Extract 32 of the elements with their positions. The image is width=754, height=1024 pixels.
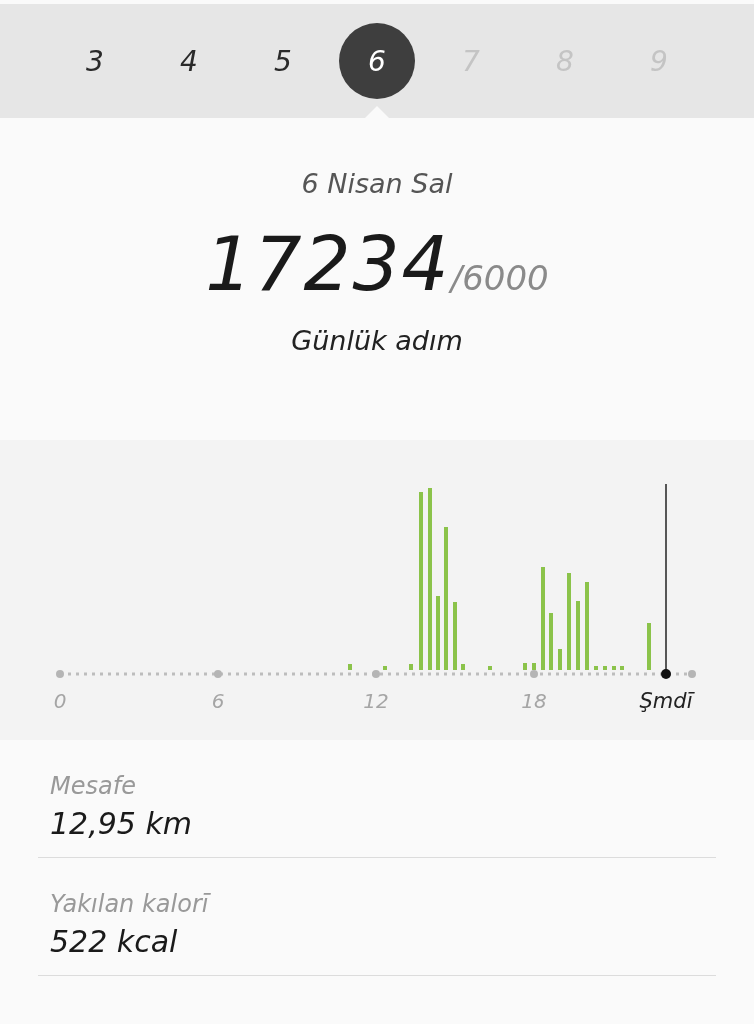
stat-value: 522 kcal: [50, 924, 178, 959]
stat-label: Yakılan kalorī: [50, 890, 209, 918]
activity-bar: [620, 666, 624, 670]
activity-bar: [549, 613, 553, 670]
day-button[interactable]: 3: [57, 23, 133, 99]
activity-bar: [603, 666, 607, 670]
day-button[interactable]: 4: [151, 23, 227, 99]
activity-bar: [532, 663, 536, 670]
now-label: Şmdī: [639, 689, 693, 713]
activity-bar: [453, 602, 457, 670]
step-goal: /6000: [450, 258, 549, 298]
activity-bar: [612, 666, 616, 670]
steps-label: Günlük adım: [291, 325, 463, 356]
date-title: 6 Nisan Sal: [301, 168, 453, 199]
activity-bar: [488, 666, 492, 670]
activity-bar: [348, 664, 352, 670]
activity-bar: [461, 664, 465, 670]
activity-bar: [558, 649, 562, 670]
axis-label: 0: [53, 689, 67, 713]
stat-label: Mesafe: [50, 772, 136, 800]
activity-bar: [647, 623, 651, 670]
activity-bar: [594, 666, 598, 670]
activity-bar: [576, 601, 580, 670]
activity-bar: [523, 663, 527, 670]
day-button[interactable]: 5: [245, 23, 321, 99]
activity-bar: [409, 664, 413, 670]
stat-value: 12,95 km: [50, 806, 193, 841]
axis-label: 12: [363, 689, 389, 713]
axis-label: 18: [521, 689, 547, 713]
axis-label: 6: [211, 689, 225, 713]
day-button[interactable]: 6: [339, 23, 415, 99]
activity-bar: [383, 666, 387, 670]
